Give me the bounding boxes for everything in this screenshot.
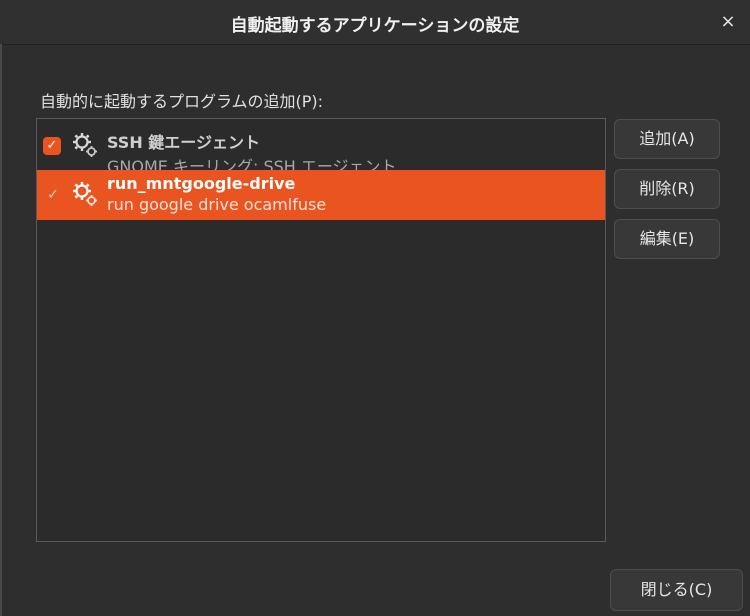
gear-icon: [73, 182, 97, 206]
add-button[interactable]: 追加(A): [614, 119, 720, 159]
program-name: run_mntgoogle-drive: [107, 174, 296, 193]
window-edge: [0, 44, 2, 616]
enabled-checkbox[interactable]: ✓: [43, 137, 61, 155]
program-description: run google drive ocamlfuse: [107, 195, 327, 214]
remove-button[interactable]: 削除(R): [614, 169, 720, 209]
enabled-checkbox[interactable]: ✓: [45, 186, 61, 204]
startup-programs-list[interactable]: ✓ SSH 鍵エージェント GNOME キーリング: SSH エージェント ✓ …: [36, 118, 606, 542]
close-icon[interactable]: ×: [714, 8, 742, 36]
programs-section-label: 自動的に起動するプログラムの追加(P):: [40, 92, 324, 111]
close-button[interactable]: 閉じる(C): [610, 569, 743, 611]
program-name: SSH 鍵エージェント: [107, 133, 260, 152]
list-item-run-mntgoogle-drive[interactable]: ✓ run_mntgoogle-drive run google drive o…: [37, 170, 605, 220]
startup-applications-dialog: 自動起動するアプリケーションの設定 × 自動的に起動するプログラムの追加(P):…: [0, 0, 750, 616]
list-item-ssh-agent[interactable]: ✓ SSH 鍵エージェント GNOME キーリング: SSH エージェント: [37, 121, 605, 176]
title-bar[interactable]: 自動起動するアプリケーションの設定 ×: [0, 0, 750, 45]
window-title: 自動起動するアプリケーションの設定: [230, 16, 520, 36]
edit-button[interactable]: 編集(E): [614, 219, 720, 259]
gear-icon: [73, 133, 97, 157]
